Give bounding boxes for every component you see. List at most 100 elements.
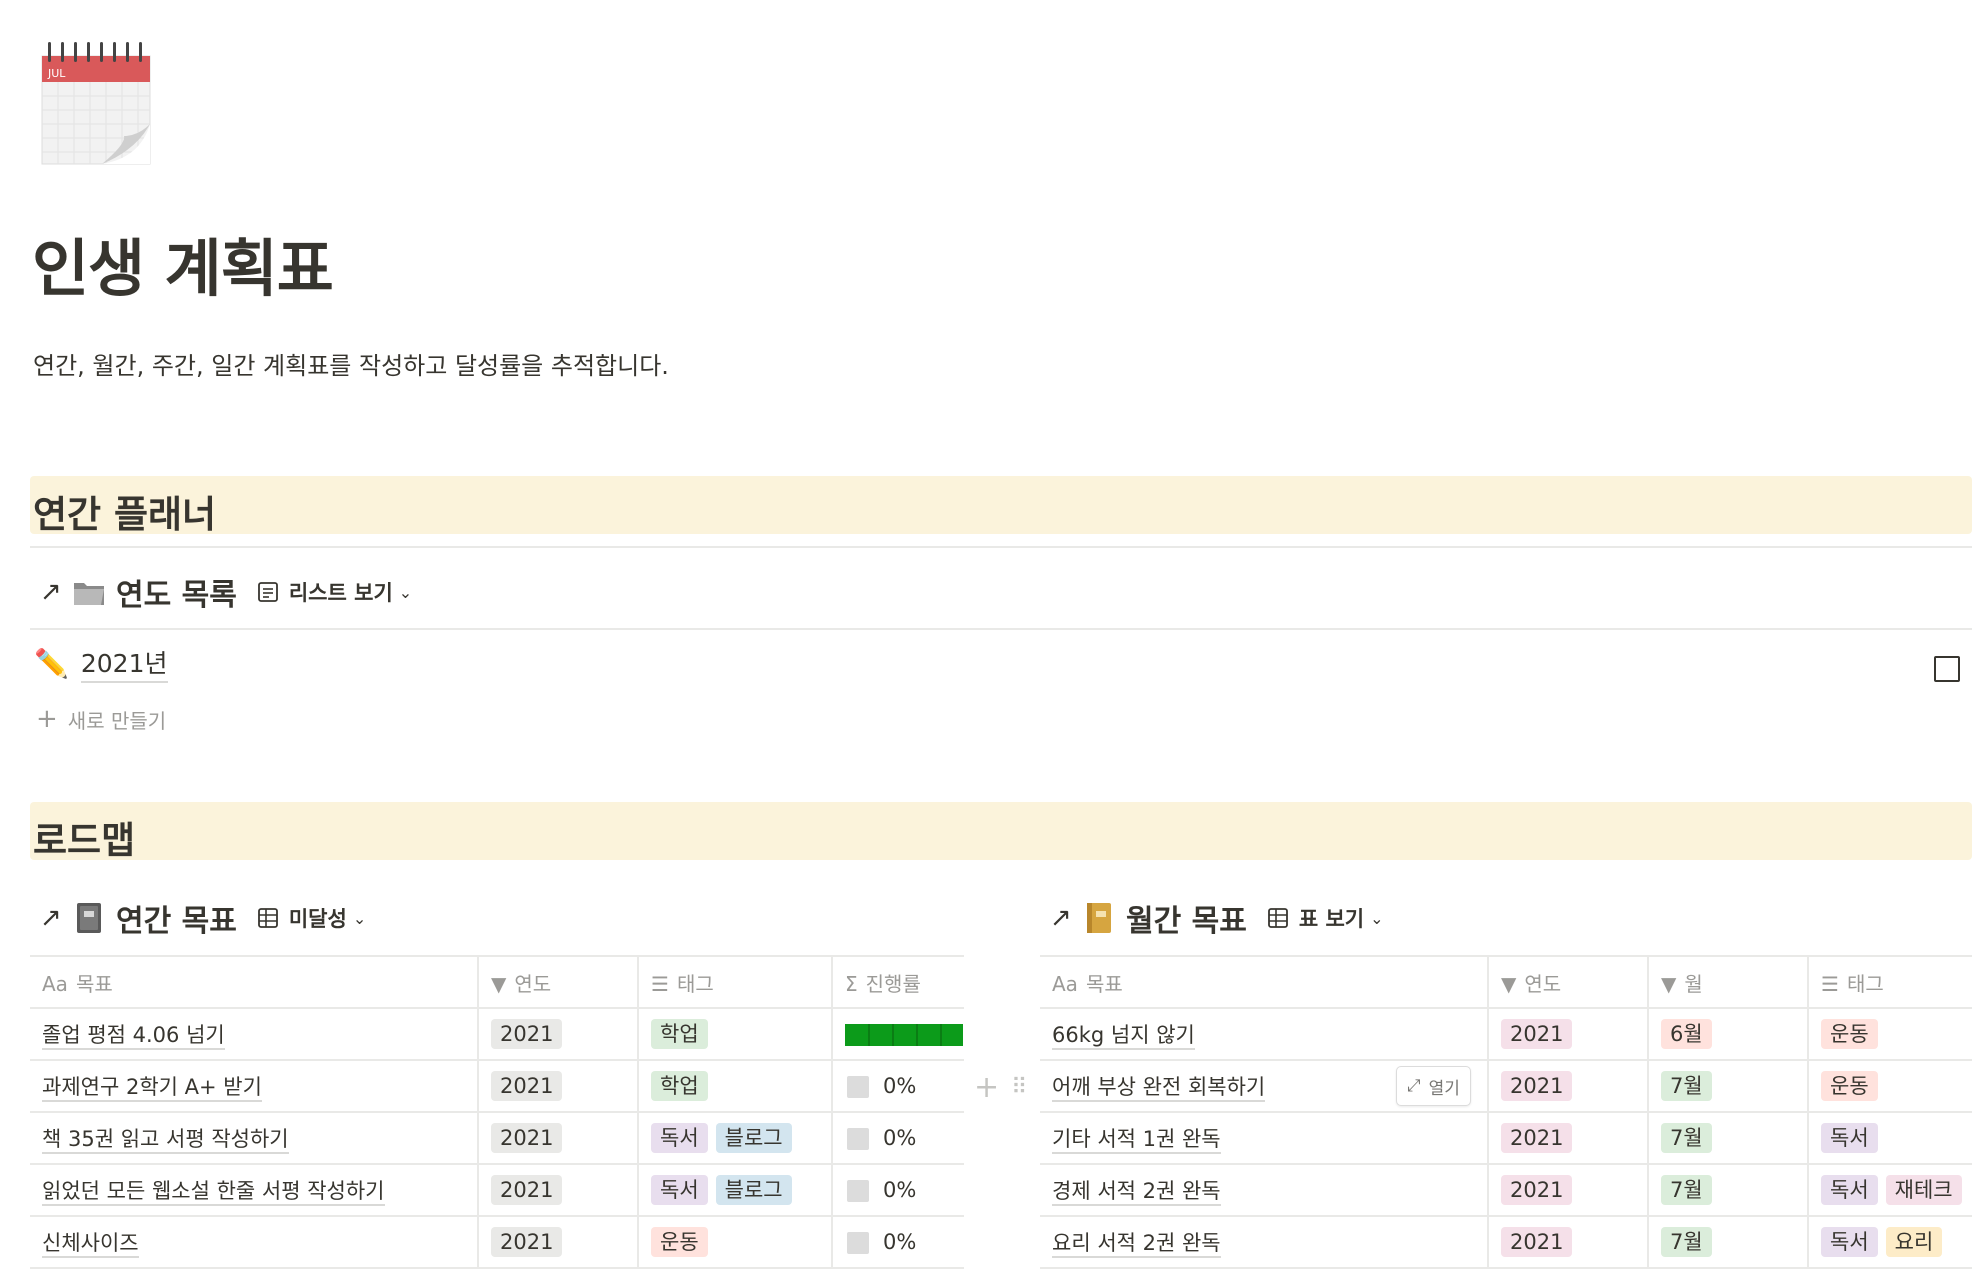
month-cell[interactable]: 7월 [1648, 1163, 1809, 1217]
goal-title[interactable]: 66kg 넘지 않기 [1052, 1023, 1195, 1050]
goal-cell[interactable]: 66kg 넘지 않기 [1040, 1007, 1489, 1061]
table-view-icon[interactable] [1267, 907, 1289, 929]
goal-title[interactable]: 신체사이즈 [42, 1231, 139, 1258]
column-header-tags[interactable]: ☰ 태그 [1808, 955, 1972, 1009]
year-cell[interactable]: 2021 [478, 1111, 639, 1165]
goal-cell[interactable]: 신체사이즈 [30, 1215, 479, 1269]
checkbox[interactable] [1934, 656, 1960, 682]
tags-cell[interactable]: 운동 [1808, 1007, 1972, 1061]
tag-badge: 독서 [1821, 1123, 1878, 1153]
database-title[interactable]: 월간 목표 [1126, 896, 1247, 940]
goal-title[interactable]: 기타 서적 1권 완독 [1052, 1127, 1221, 1154]
goal-title[interactable]: 책 35권 읽고 서평 작성하기 [42, 1127, 289, 1154]
chevron-down-icon[interactable]: ⌄ [353, 909, 366, 928]
table-row[interactable]: 읽었던 모든 웹소설 한줄 서평 작성하기 2021 독서 블로그 0% [30, 1163, 964, 1217]
view-selector-label[interactable]: 미달성 [289, 903, 347, 933]
column-header-year[interactable]: ▼ 연도 [1488, 955, 1649, 1009]
goal-title[interactable]: 졸업 평점 4.06 넘기 [42, 1023, 225, 1050]
goal-cell[interactable]: 요리 서적 2권 완독 [1040, 1215, 1489, 1269]
goal-title[interactable]: 요리 서적 2권 완독 [1052, 1231, 1221, 1258]
column-header-month[interactable]: ▼ 월 [1648, 955, 1809, 1009]
section-heading: 로드맵 [33, 819, 136, 862]
table-row[interactable]: 기타 서적 1권 완독 2021 7월 독서 [1040, 1111, 1972, 1165]
progress-label: 0% [883, 1230, 917, 1254]
view-selector-label[interactable]: 표 보기 [1299, 903, 1364, 933]
tags-cell[interactable]: 운동 [1808, 1059, 1972, 1113]
year-tag: 2021 [491, 1123, 563, 1153]
year-cell[interactable]: 2021 [1488, 1215, 1649, 1269]
list-view-icon[interactable] [257, 581, 279, 603]
table-view-icon[interactable] [257, 907, 279, 929]
open-label: 열기 [1428, 1078, 1460, 1099]
list-item[interactable]: ✏️ 2021년 [34, 644, 168, 683]
link-arrow-icon[interactable]: ↗ [40, 577, 68, 607]
year-cell[interactable]: 2021 [478, 1215, 639, 1269]
goal-title[interactable]: 읽었던 모든 웹소설 한줄 서평 작성하기 [42, 1179, 385, 1206]
year-tag: 2021 [491, 1227, 563, 1257]
table-row[interactable]: 어깨 부상 완전 회복하기 2021 7월 운동 [1040, 1059, 1972, 1113]
goal-title[interactable]: 어깨 부상 완전 회복하기 [1052, 1075, 1266, 1102]
year-tag: 2021 [491, 1175, 563, 1205]
table-row[interactable]: 과제연구 2학기 A+ 받기 2021 학업 0% [30, 1059, 964, 1113]
database-title[interactable]: 연도 목록 [116, 570, 237, 614]
column-header-year[interactable]: ▼ 연도 [478, 955, 639, 1009]
goal-cell[interactable]: 경제 서적 2권 완독 [1040, 1163, 1489, 1217]
tags-cell[interactable]: 독서 블로그 [638, 1111, 833, 1165]
month-cell[interactable]: 7월 [1648, 1215, 1809, 1269]
month-cell[interactable]: 7월 [1648, 1111, 1809, 1165]
chevron-down-icon[interactable]: ⌄ [399, 583, 412, 602]
list-item-label[interactable]: 2021년 [80, 644, 168, 683]
link-arrow-icon[interactable]: ↗ [40, 903, 68, 933]
multi-select-icon: ☰ [651, 971, 669, 996]
chevron-down-icon[interactable]: ⌄ [1370, 909, 1383, 928]
view-selector-label[interactable]: 리스트 보기 [289, 577, 393, 607]
year-cell[interactable]: 2021 [1488, 1059, 1649, 1113]
tags-cell[interactable]: 학업 [638, 1059, 833, 1113]
tags-cell[interactable]: 독서 블로그 [638, 1163, 833, 1217]
tag-badge: 운동 [651, 1227, 708, 1257]
goal-title[interactable]: 과제연구 2학기 A+ 받기 [42, 1075, 262, 1102]
month-cell[interactable]: 6월 [1648, 1007, 1809, 1061]
column-header-goal[interactable]: Aa 목표 [1040, 955, 1489, 1009]
table-row[interactable]: 요리 서적 2권 완독 2021 7월 독서 요리 [1040, 1215, 1972, 1269]
calendar-icon[interactable]: JUL [40, 40, 152, 166]
year-cell[interactable]: 2021 [478, 1007, 639, 1061]
tag-badge: 블로그 [715, 1175, 792, 1205]
select-property-icon: ▼ [1501, 971, 1517, 996]
goal-cell[interactable]: 읽었던 모든 웹소설 한줄 서평 작성하기 [30, 1163, 479, 1217]
year-cell[interactable]: 2021 [1488, 1007, 1649, 1061]
goal-cell[interactable]: 과제연구 2학기 A+ 받기 [30, 1059, 479, 1113]
year-cell[interactable]: 2021 [478, 1059, 639, 1113]
year-cell[interactable]: 2021 [1488, 1111, 1649, 1165]
goal-cell[interactable]: 기타 서적 1권 완독 [1040, 1111, 1489, 1165]
add-row-icon[interactable]: + [974, 1070, 999, 1105]
goal-cell[interactable]: 졸업 평점 4.06 넘기 [30, 1007, 479, 1061]
column-header-tags[interactable]: ☰ 태그 [638, 955, 833, 1009]
tags-cell[interactable]: 독서 재테크 [1808, 1163, 1972, 1217]
tags-cell[interactable]: 독서 [1808, 1111, 1972, 1165]
link-arrow-icon[interactable]: ↗ [1050, 903, 1078, 933]
column-header-goal[interactable]: Aa 목표 [30, 955, 479, 1009]
database-title[interactable]: 연간 목표 [116, 896, 237, 940]
table-row[interactable]: 신체사이즈 2021 운동 0% [30, 1215, 964, 1269]
table-row[interactable]: 졸업 평점 4.06 넘기 2021 학업 [30, 1007, 964, 1061]
tags-cell[interactable]: 독서 요리 [1808, 1215, 1972, 1269]
tags-cell[interactable]: 학업 [638, 1007, 833, 1061]
open-page-button[interactable]: ⤢ 열기 [1396, 1066, 1471, 1106]
year-cell[interactable]: 2021 [478, 1163, 639, 1217]
row-handle[interactable]: + ⠿ [974, 1070, 1027, 1105]
tags-cell[interactable]: 운동 [638, 1215, 833, 1269]
drag-handle-icon[interactable]: ⠿ [1011, 1075, 1027, 1100]
goal-cell[interactable]: 책 35권 읽고 서평 작성하기 [30, 1111, 479, 1165]
goal-title[interactable]: 경제 서적 2권 완독 [1052, 1179, 1221, 1206]
new-item-button[interactable]: + 새로 만들기 [36, 704, 166, 734]
calendar-month-text: JUL [47, 67, 66, 80]
table-row[interactable]: 책 35권 읽고 서평 작성하기 2021 독서 블로그 0% [30, 1111, 964, 1165]
month-cell[interactable]: 7월 [1648, 1059, 1809, 1113]
tag-badge: 재테크 [1885, 1175, 1962, 1205]
table-row[interactable]: 66kg 넘지 않기 2021 6월 운동 [1040, 1007, 1972, 1061]
column-header-progress[interactable]: Σ 진행률 [832, 955, 964, 1009]
table-row[interactable]: 경제 서적 2권 완독 2021 7월 독서 재테크 [1040, 1163, 1972, 1217]
year-cell[interactable]: 2021 [1488, 1163, 1649, 1217]
annual-goals-header: ↗ 연간 목표 미달성 ⌄ [40, 894, 366, 942]
